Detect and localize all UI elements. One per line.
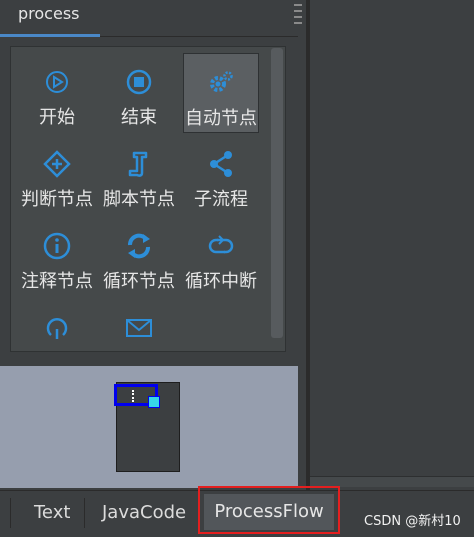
tab-javacode[interactable]: JavaCode: [102, 498, 186, 528]
editor-area: [310, 0, 474, 490]
tool-loop-node[interactable]: 循环节点: [101, 217, 177, 297]
tool-start[interactable]: 开始: [19, 53, 95, 133]
overview-node-mark: [132, 390, 138, 402]
tool-comment-node[interactable]: 注释节点: [19, 217, 95, 297]
tool-auto-node[interactable]: 自动节点: [183, 53, 259, 133]
envelope-icon: [126, 319, 152, 337]
tool-label: 循环节点: [103, 271, 175, 292]
tool-label: 开始: [39, 107, 75, 128]
tool-palette: 开始 结束 自动节点 判断节点 脚本节点 子流程 注释节点 循环节点 循环中断: [10, 46, 286, 352]
diamond-plus-icon: [43, 150, 71, 178]
tool-label: 判断节点: [21, 189, 93, 210]
overview-resize-handle[interactable]: [148, 396, 160, 408]
tool-label: 子流程: [194, 189, 248, 210]
tool-decision-node[interactable]: 判断节点: [19, 135, 95, 215]
watermark-text: CSDN @新村10: [364, 514, 461, 529]
tool-subprocess[interactable]: 子流程: [183, 135, 259, 215]
play-circle-icon: [46, 71, 68, 93]
panel-options-icon[interactable]: [292, 0, 306, 36]
tool-script-node[interactable]: 脚本节点: [101, 135, 177, 215]
tool-loop-break[interactable]: 循环中断: [183, 217, 259, 297]
tab-text[interactable]: Text: [34, 498, 70, 528]
tool-label: 循环中断: [185, 271, 257, 292]
stop-circle-icon: [126, 69, 152, 95]
tab-process-label: process: [18, 4, 80, 23]
tool-message[interactable]: [101, 299, 177, 351]
share-icon: [210, 151, 232, 177]
tab-process[interactable]: process: [0, 0, 100, 34]
tab-separator: [84, 498, 85, 528]
refresh-icon: [128, 233, 150, 259]
undo-icon: [46, 318, 68, 339]
tool-label: 结束: [121, 107, 157, 128]
info-circle-icon: [43, 232, 71, 260]
loop-icon: [208, 235, 234, 254]
tab-bar-divider: [100, 36, 298, 37]
active-tab-indicator: [0, 34, 100, 37]
tool-end[interactable]: 结束: [101, 53, 177, 133]
highlight-annotation: [198, 486, 340, 534]
tab-separator: [10, 498, 11, 528]
tool-label: 自动节点: [185, 108, 257, 129]
gears-icon: [210, 71, 233, 92]
script-icon: [128, 151, 148, 177]
tool-label: 脚本节点: [103, 189, 175, 210]
tool-label: 注释节点: [21, 271, 93, 292]
palette-scrollbar[interactable]: [271, 48, 283, 338]
tool-undo[interactable]: [19, 299, 95, 351]
